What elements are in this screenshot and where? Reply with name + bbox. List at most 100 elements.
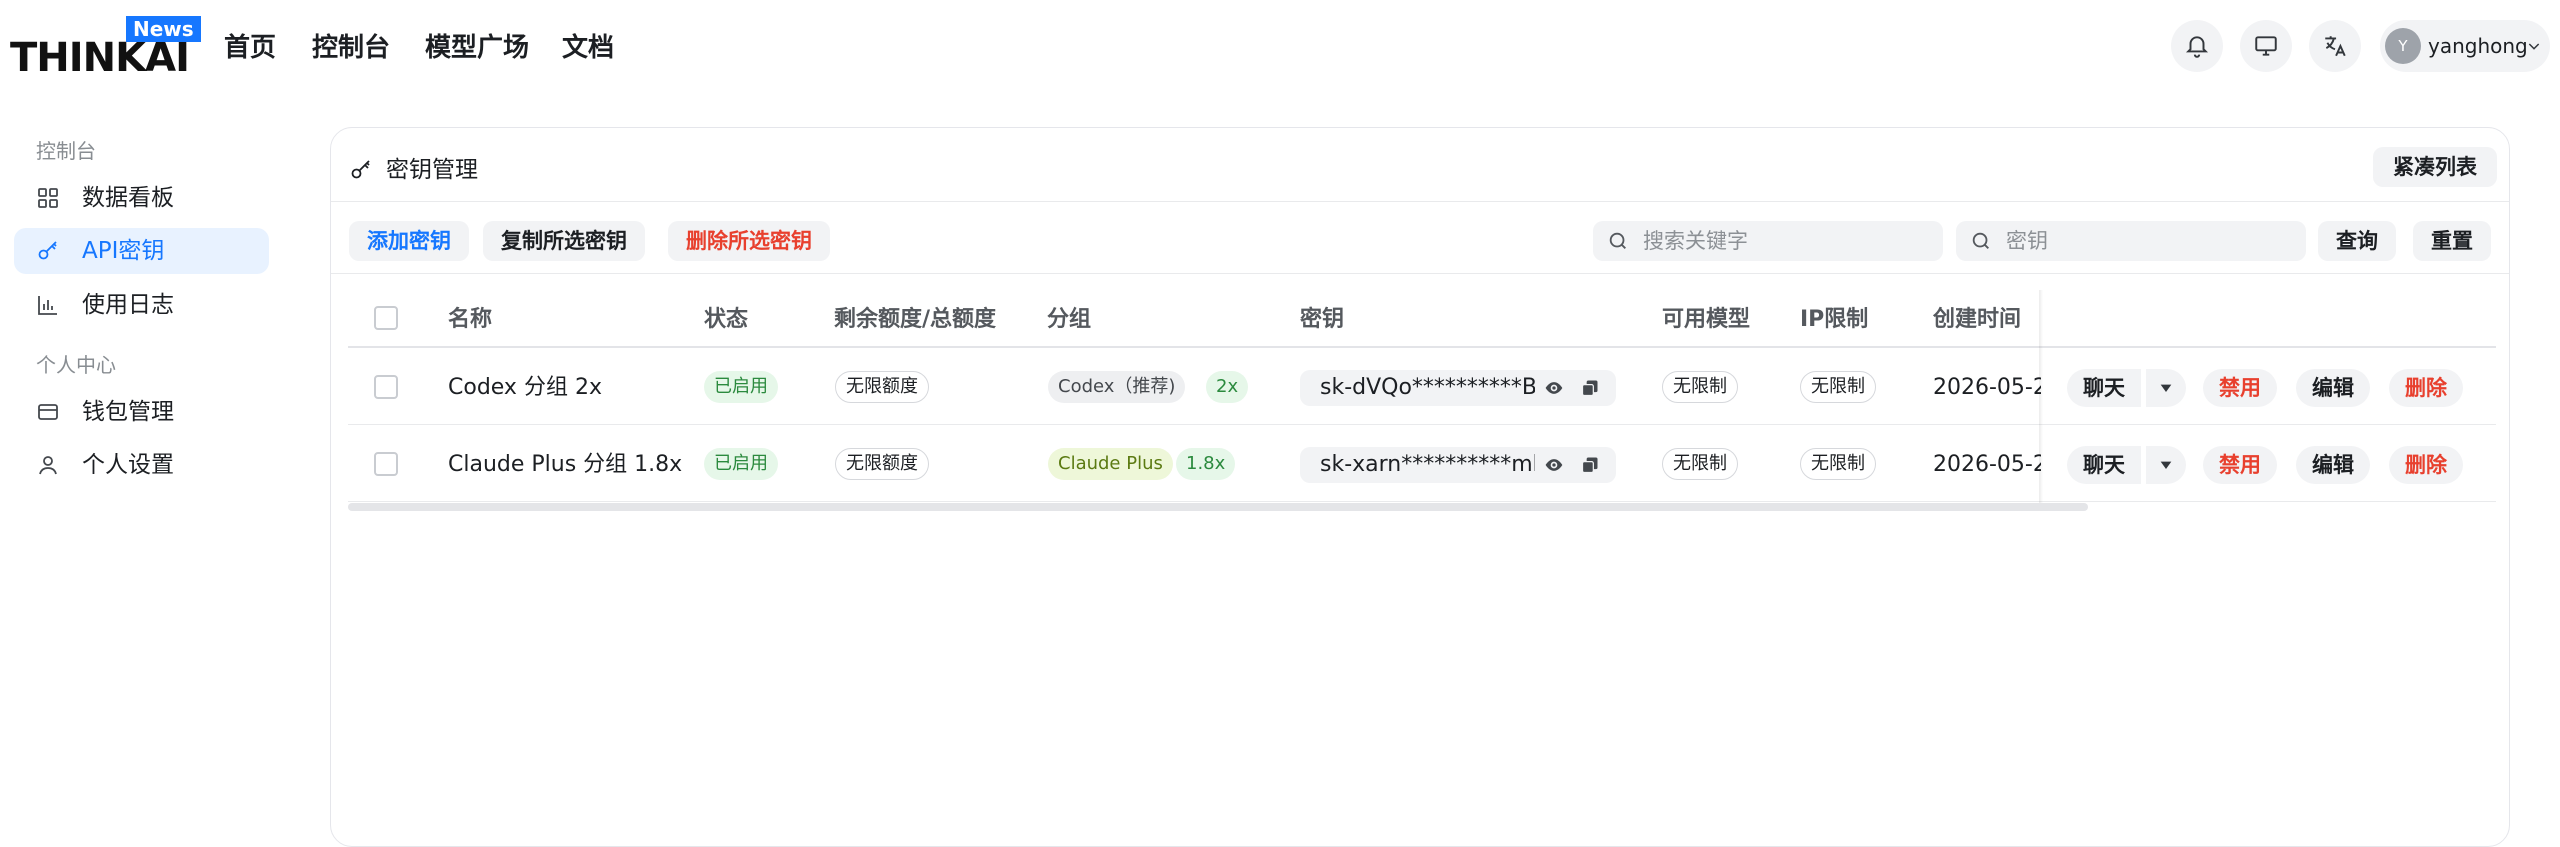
edit-button[interactable]: 编辑 <box>2296 446 2370 484</box>
sidebar-item-label: 使用日志 <box>82 292 174 318</box>
notification-button[interactable] <box>2171 20 2223 72</box>
quota-badge: 无限额度 <box>835 448 929 480</box>
sidebar-item-label: 数据看板 <box>82 185 174 211</box>
chat-dropdown-button[interactable] <box>2146 369 2186 407</box>
user-icon <box>39 456 57 475</box>
nav-home[interactable]: 首页 <box>224 28 276 68</box>
divider <box>331 201 2509 202</box>
copy-selected-button[interactable]: 复制所选密钥 <box>483 221 645 261</box>
chat-button[interactable]: 聊天 <box>2067 369 2141 407</box>
column-header-created: 创建时间 <box>1933 307 2022 332</box>
key-icon <box>38 241 57 260</box>
ip-limit-badge: 无限制 <box>1800 448 1876 480</box>
models-badge: 无限制 <box>1662 371 1738 403</box>
chevron-down-icon <box>2528 43 2540 50</box>
eye-icon[interactable] <box>1544 378 1564 398</box>
column-header-quota: 剩余额度/总额度 <box>834 307 997 332</box>
nav-model-square[interactable]: 模型广场 <box>425 28 529 68</box>
ip-limit-badge: 无限制 <box>1800 371 1876 403</box>
bell-icon <box>2185 36 2209 58</box>
row-checkbox[interactable] <box>374 452 398 476</box>
column-header-ip-limit: IP限制 <box>1800 307 1869 332</box>
disable-button[interactable]: 禁用 <box>2203 446 2277 484</box>
column-header-name: 名称 <box>448 307 493 332</box>
caret-down-icon <box>2160 384 2172 392</box>
key-icon <box>351 160 370 179</box>
sidebar-item-api-keys[interactable]: API密钥 <box>14 228 269 274</box>
group-badge: Codex（推荐) <box>1048 371 1186 403</box>
row-divider <box>348 501 2496 502</box>
bar-chart-icon <box>38 296 57 315</box>
disable-button[interactable]: 禁用 <box>2203 369 2277 407</box>
sidebar-item-settings[interactable]: 个人设置 <box>14 442 269 488</box>
table-header-divider <box>348 346 2496 348</box>
group-badge: Claude Plus <box>1048 448 1173 480</box>
language-button[interactable] <box>2309 20 2361 72</box>
user-menu[interactable]: Y yanghong <box>2380 20 2550 72</box>
search-keyword-input[interactable] <box>1643 221 1933 261</box>
logo-text: THINKAI <box>10 35 190 81</box>
key-value: sk-xarn**********mkXp <box>1320 452 1535 477</box>
sidebar-item-label: 个人设置 <box>82 452 174 478</box>
ratio-badge: 2x <box>1206 371 1249 403</box>
created-time: 2026-05-26 <box>1933 452 2041 477</box>
row-checkbox[interactable] <box>374 375 398 399</box>
column-header-status: 状态 <box>704 307 749 332</box>
eye-icon[interactable] <box>1544 455 1564 475</box>
search-key-input[interactable] <box>2006 221 2296 261</box>
chat-button[interactable]: 聊天 <box>2067 446 2141 484</box>
wallet-icon <box>38 404 58 420</box>
sidebar-item-label: 钱包管理 <box>82 399 174 425</box>
monitor-icon <box>2255 36 2277 56</box>
nav-console[interactable]: 控制台 <box>312 28 390 68</box>
column-header-key: 密钥 <box>1300 307 1345 332</box>
compact-list-toggle[interactable]: 紧凑列表 <box>2373 147 2497 187</box>
dashboard-icon <box>38 188 58 208</box>
sidebar-section-personal: 个人中心 <box>36 353 116 377</box>
avatar: Y <box>2385 28 2421 64</box>
reset-button[interactable]: 重置 <box>2413 221 2491 261</box>
divider <box>331 273 2509 274</box>
delete-button[interactable]: 删除 <box>2389 369 2463 407</box>
key-name: Codex 分组 2x <box>448 375 602 400</box>
delete-selected-button[interactable]: 删除所选密钥 <box>668 221 830 261</box>
quota-badge: 无限额度 <box>835 371 929 403</box>
chat-dropdown-button[interactable] <box>2146 446 2186 484</box>
sidebar-item-wallet[interactable]: 钱包管理 <box>14 389 269 435</box>
translate-icon <box>2325 36 2346 57</box>
status-badge: 已启用 <box>704 371 778 403</box>
copy-icon[interactable] <box>1580 455 1600 475</box>
search-icon <box>1609 232 1626 249</box>
key-display: sk-xarn**********mkXp <box>1300 447 1616 483</box>
sidebar-item-usage-logs[interactable]: 使用日志 <box>14 282 269 328</box>
key-display: sk-dVQo**********B5Tw <box>1300 370 1616 406</box>
key-value: sk-dVQo**********B5Tw <box>1320 375 1535 400</box>
select-all-checkbox[interactable] <box>374 306 398 330</box>
page-title: 密钥管理 <box>386 157 478 183</box>
status-badge: 已启用 <box>704 448 778 480</box>
logo-news-badge: News <box>126 16 201 42</box>
sidebar-section-console: 控制台 <box>36 139 96 163</box>
add-key-button[interactable]: 添加密钥 <box>349 221 469 261</box>
key-management-card: 密钥管理 紧凑列表 添加密钥 复制所选密钥 删除所选密钥 查询 重置 <box>330 127 2510 847</box>
query-button[interactable]: 查询 <box>2318 221 2396 261</box>
key-search[interactable] <box>1956 221 2306 261</box>
row-divider <box>348 424 2496 425</box>
nav-docs[interactable]: 文档 <box>562 28 614 68</box>
display-mode-button[interactable] <box>2240 20 2292 72</box>
column-header-models: 可用模型 <box>1662 307 1751 332</box>
sidebar-item-label: API密钥 <box>82 238 165 264</box>
logo[interactable]: THINKAI News <box>10 16 201 81</box>
keyword-search[interactable] <box>1593 221 1943 261</box>
column-header-group: 分组 <box>1047 307 1092 332</box>
fixed-column-shadow <box>2039 290 2043 506</box>
top-header: THINKAI News 首页 控制台 模型广场 文档 Y yanghong <box>0 0 2560 96</box>
horizontal-scrollbar[interactable] <box>348 503 2088 511</box>
caret-down-icon <box>2160 461 2172 469</box>
edit-button[interactable]: 编辑 <box>2296 369 2370 407</box>
sidebar-item-dashboard[interactable]: 数据看板 <box>14 175 269 221</box>
search-icon <box>1972 232 1989 249</box>
delete-button[interactable]: 删除 <box>2389 446 2463 484</box>
copy-icon[interactable] <box>1580 378 1600 398</box>
models-badge: 无限制 <box>1662 448 1738 480</box>
